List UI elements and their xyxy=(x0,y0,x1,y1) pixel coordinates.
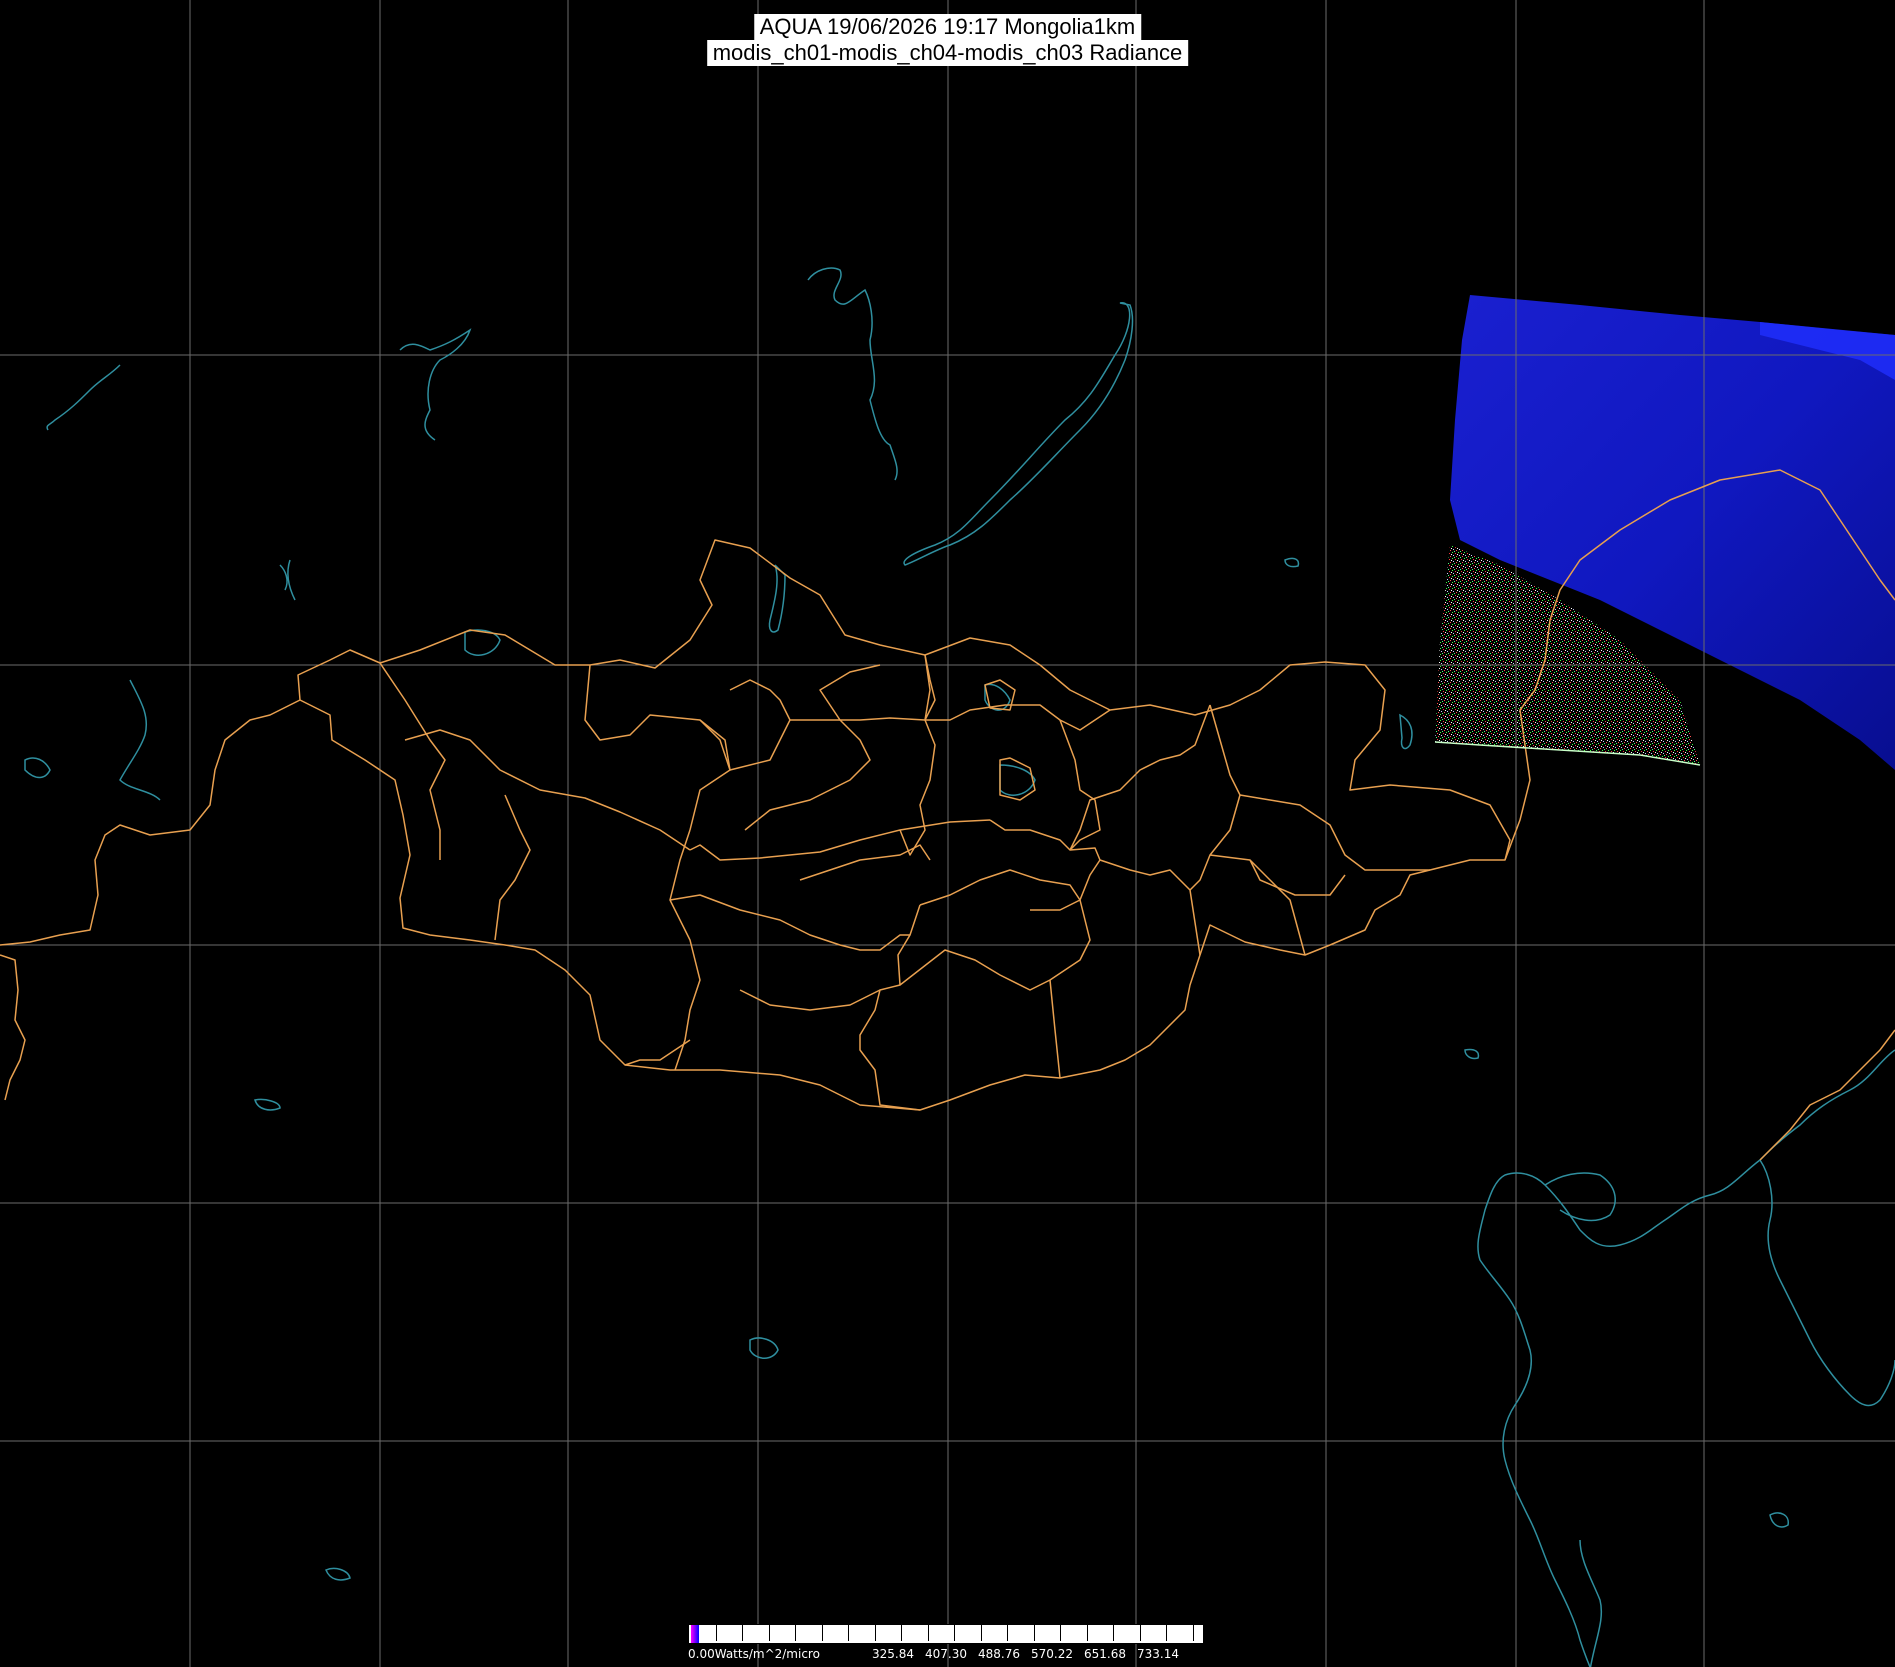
colorbar-tick xyxy=(1113,1625,1114,1641)
province-line-13 xyxy=(989,819,1101,911)
province-line-16 xyxy=(1189,704,1241,891)
satellite-swath xyxy=(1435,295,1895,770)
province-line-6 xyxy=(669,829,701,1071)
colorbar-tick-label: 651.68 xyxy=(1084,1647,1126,1661)
province-line-8 xyxy=(744,664,881,831)
colorbar-tick xyxy=(1007,1625,1008,1641)
province-line-17 xyxy=(1239,794,1430,871)
coast-china-korea xyxy=(1477,1049,1895,1667)
graticule-lines xyxy=(0,0,1895,1667)
china-border-northeast xyxy=(1759,1029,1895,1161)
map-canvas xyxy=(0,0,1895,1667)
colorbar-tick-label: 488.76 xyxy=(978,1647,1020,1661)
province-line-23 xyxy=(739,989,881,1011)
province-line-19 xyxy=(919,869,1081,906)
colorbar-labels: 0.00Watts/m^2/micro 325.84 407.30 488.76… xyxy=(688,1646,1204,1664)
colorbar-tick xyxy=(742,1625,743,1641)
province-line-15 xyxy=(1069,704,1211,851)
colorbar-tick xyxy=(768,1625,770,1641)
colorbar-tick xyxy=(821,1625,823,1641)
mongolia-outline xyxy=(297,539,1511,1111)
colorbar-tick-label: 733.14 xyxy=(1137,1647,1179,1661)
lake-small-3 xyxy=(24,757,51,779)
river-west xyxy=(46,364,121,431)
province-line-14 xyxy=(1099,859,1201,956)
lake-small-4 xyxy=(1464,1048,1480,1060)
lake-small-1 xyxy=(254,1098,281,1111)
island-south xyxy=(749,1337,779,1359)
river-west-2 xyxy=(119,679,161,801)
kazakhstan-border xyxy=(0,954,26,1101)
map-subtitle: modis_ch01-modis_ch04-modis_ch03 Radianc… xyxy=(706,40,1189,66)
colorbar-tick xyxy=(848,1625,849,1641)
lake-khovsgol xyxy=(768,564,786,633)
colorbar-tick-label: 570.22 xyxy=(1031,1647,1073,1661)
satellite-map: AQUA 19/06/2026 19:17 Mongolia1km modis_… xyxy=(0,0,1895,1667)
province-line-7 xyxy=(699,679,791,771)
province-line-2 xyxy=(404,729,691,851)
colorbar-tick xyxy=(901,1625,902,1641)
colorbar-tick xyxy=(1060,1625,1061,1641)
colorbar-tick xyxy=(715,1625,717,1641)
coast-korea-peninsula xyxy=(1759,1159,1895,1407)
colorbar-legend: 0.00Watts/m^2/micro 325.84 407.30 488.76… xyxy=(688,1624,1204,1667)
colorbar-min-label: 0.00Watts/m^2/micro xyxy=(688,1647,820,1661)
province-line-21 xyxy=(799,844,931,881)
map-title: AQUA 19/06/2026 19:17 Mongolia1km xyxy=(753,14,1142,40)
lake-west xyxy=(279,559,296,601)
river-upper xyxy=(399,328,472,441)
colorbar-tick xyxy=(1192,1625,1194,1641)
russia-border-west xyxy=(0,699,301,946)
colorbar-tick xyxy=(1033,1625,1035,1641)
river-yenisei xyxy=(807,267,898,481)
province-line-22 xyxy=(669,894,910,951)
colorbar-tick xyxy=(980,1625,982,1641)
lake-east xyxy=(1399,713,1413,750)
lake-small-2 xyxy=(325,1567,351,1581)
lake-baikal xyxy=(903,302,1134,566)
colorbar-scale xyxy=(688,1624,1204,1644)
island-south-2 xyxy=(1769,1512,1789,1528)
colorbar-tick xyxy=(954,1625,955,1641)
province-line-27 xyxy=(1249,859,1346,896)
province-line-1 xyxy=(379,662,446,860)
province-line-3 xyxy=(494,794,531,941)
colorbar-ticks xyxy=(689,1625,1205,1645)
province-line-5 xyxy=(689,819,991,861)
province-line-11 xyxy=(925,704,1111,731)
province-line-25 xyxy=(859,984,921,1111)
province-line-4 xyxy=(584,664,731,831)
colorbar-tick xyxy=(795,1625,796,1641)
lake-small-5 xyxy=(1284,557,1300,568)
colorbar-tick xyxy=(1086,1625,1088,1641)
colorbar-tick-label: 325.84 xyxy=(872,1647,914,1661)
province-line-18 xyxy=(1209,854,1306,956)
province-line-24 xyxy=(1049,979,1061,1079)
colorbar-tick xyxy=(1139,1625,1141,1641)
colorbar-tick xyxy=(874,1625,876,1641)
colorbar-tick xyxy=(1166,1625,1167,1641)
colorbar-tick-label: 407.30 xyxy=(925,1647,967,1661)
colorbar-tick xyxy=(927,1625,929,1641)
